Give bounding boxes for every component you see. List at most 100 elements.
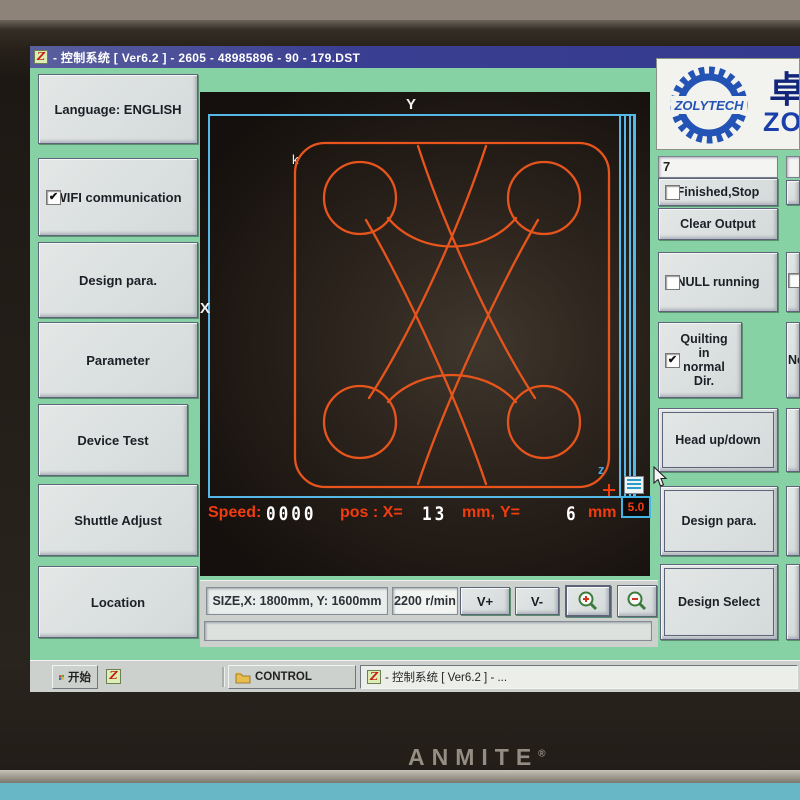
quilting-direction-button[interactable]: ✔ Quilting in normal Dir. [658, 322, 742, 398]
clipped-field-fragment [786, 156, 800, 178]
parameter-label: Parameter [86, 353, 150, 368]
speed-up-button[interactable]: V+ [460, 587, 510, 615]
design-preview-canvas: Y X k z 5.0 Speed: 0000 [200, 92, 650, 576]
design-para-button-left[interactable]: Design para. [38, 242, 198, 318]
scale-value-box: 5.0 [621, 496, 651, 518]
taskbar-control-label: CONTROL [255, 671, 312, 683]
monitor-brand-text: ANMITE [408, 744, 538, 770]
folder-icon [235, 671, 251, 684]
bottom-control-panel: SIZE,X: 1800mm, Y: 1600mm 2200 r/min V+ … [200, 580, 658, 647]
x-axis-label: X [200, 300, 210, 317]
device-test-label: Device Test [77, 433, 148, 448]
pos-y-unit: mm [588, 504, 616, 522]
wifi-communication-button[interactable]: ✔ WIFI communication [38, 158, 198, 236]
photo-of-monitor: Z - 控制系统 [ Ver6.2 ] - 2605 - 48985896 - … [0, 0, 800, 800]
language-button[interactable]: Language: ENGLISH [38, 74, 198, 144]
design-para-button-right[interactable]: Design para. [660, 486, 778, 556]
zoom-in-icon [577, 590, 599, 612]
mouse-cursor [652, 466, 668, 488]
background-surface [0, 783, 800, 800]
taskbar-active-label: - 控制系统 [ Ver6.2 ] - ... [385, 669, 507, 685]
head-up-down-label: Head up/down [675, 433, 760, 447]
taskbar-divider [222, 667, 225, 687]
brand-en-text: ZOL [763, 107, 800, 138]
screen: Z - 控制系统 [ Ver6.2 ] - 2605 - 48985896 - … [30, 46, 800, 692]
pos-y-label: Y= [500, 504, 520, 522]
counter-field[interactable]: 7 [658, 156, 778, 178]
windows-logo-icon [59, 671, 64, 684]
monitor-bezel-top-edge [0, 20, 800, 30]
taskbar: 开始 Z CONTROL Z - 控制系统 [ Ver6.2 ] - ... [30, 660, 800, 692]
active-app-icon: Z [367, 670, 381, 684]
origin-cross-marker [603, 484, 615, 496]
clear-output-button[interactable]: Clear Output [658, 208, 778, 240]
brand-logo-panel: ZOLYTECH 卓 ZOL [656, 58, 800, 150]
clipped-button-fragment[interactable] [786, 486, 800, 556]
shuttle-adjust-button[interactable]: Shuttle Adjust [38, 484, 198, 556]
y-axis-label: Y [406, 96, 416, 113]
track-line [624, 116, 626, 496]
pos-x-value: 13 [422, 503, 447, 525]
pos-y-value: 6 [566, 503, 579, 525]
design-select-label: Design Select [678, 595, 760, 609]
null-running-button[interactable]: NULL running [658, 252, 778, 312]
device-test-button[interactable]: Device Test [38, 404, 188, 476]
clipped-button-fragment[interactable] [786, 408, 800, 472]
design-para-right-label: Design para. [681, 514, 756, 528]
speed-label: Speed: [208, 504, 261, 522]
quilting-direction-checkbox[interactable]: ✔ [665, 353, 680, 368]
svg-text:ZOLYTECH: ZOLYTECH [673, 98, 744, 113]
wifi-checkbox[interactable]: ✔ [46, 190, 61, 205]
quilt-pattern-drawing [292, 140, 612, 490]
start-label: 开始 [68, 669, 91, 685]
clear-output-label: Clear Output [680, 217, 756, 231]
speed-down-label: V- [531, 594, 543, 609]
parameter-button[interactable]: Parameter [38, 322, 198, 398]
head-up-down-button[interactable]: Head up/down [658, 408, 778, 472]
zoom-in-button[interactable] [565, 585, 611, 617]
clipped-button-fragment[interactable] [786, 180, 800, 205]
speed-up-label: V+ [477, 594, 493, 609]
taskbar-item-active-app[interactable]: Z - 控制系统 [ Ver6.2 ] - ... [360, 665, 798, 689]
zolytech-gear-logo: ZOLYTECH [663, 61, 755, 149]
null-running-label: NULL running [676, 275, 759, 289]
design-select-button[interactable]: Design Select [660, 564, 778, 640]
size-readout: SIZE,X: 1800mm, Y: 1600mm [206, 587, 388, 615]
pos-x-label: pos : X= [340, 504, 403, 522]
null-running-checkbox[interactable] [665, 275, 680, 290]
monitor-brand-logo: ANMITE® [408, 744, 608, 771]
start-button[interactable]: 开始 [52, 665, 98, 689]
zoom-out-icon [626, 590, 648, 612]
brand-cn-character: 卓 [769, 61, 800, 113]
finished-stop-checkbox[interactable] [665, 185, 680, 200]
speed-value: 0000 [266, 503, 317, 525]
language-button-label: Language: ENGLISH [54, 102, 181, 117]
clipped-button-fragment[interactable] [786, 564, 800, 640]
list-icon[interactable] [624, 476, 644, 494]
clipped-ne-button-fragment[interactable]: Ne [786, 322, 800, 398]
clipped-checkbox-button-fragment[interactable] [786, 252, 800, 312]
taskbar-item-control[interactable]: CONTROL [228, 665, 356, 689]
shuttle-adjust-label: Shuttle Adjust [74, 513, 162, 528]
message-bar [204, 621, 652, 641]
pos-x-unit: mm, [462, 504, 495, 522]
wifi-button-label: WIFI communication [54, 190, 181, 205]
finished-stop-label: Finished,Stop [677, 185, 760, 199]
zoom-out-button[interactable] [617, 585, 657, 617]
track-line [633, 116, 635, 496]
finished-stop-button[interactable]: Finished,Stop [658, 178, 778, 206]
track-line [619, 116, 621, 496]
quick-launch-icon[interactable]: Z [106, 669, 121, 684]
clipped-checkbox[interactable] [788, 273, 800, 288]
quilting-direction-label: Quilting in normal Dir. [680, 332, 727, 388]
window-title: - 控制系统 [ Ver6.2 ] - 2605 - 48985896 - 90… [53, 49, 360, 66]
track-line [629, 116, 631, 496]
registered-mark: ® [538, 748, 545, 759]
app-icon: Z [34, 50, 48, 64]
speed-down-button[interactable]: V- [515, 587, 559, 615]
rpm-readout: 2200 r/min [392, 587, 458, 615]
clipped-ne-label: Ne [788, 353, 800, 367]
location-label: Location [91, 595, 145, 610]
location-button[interactable]: Location [38, 566, 198, 638]
design-para-left-label: Design para. [79, 273, 157, 288]
